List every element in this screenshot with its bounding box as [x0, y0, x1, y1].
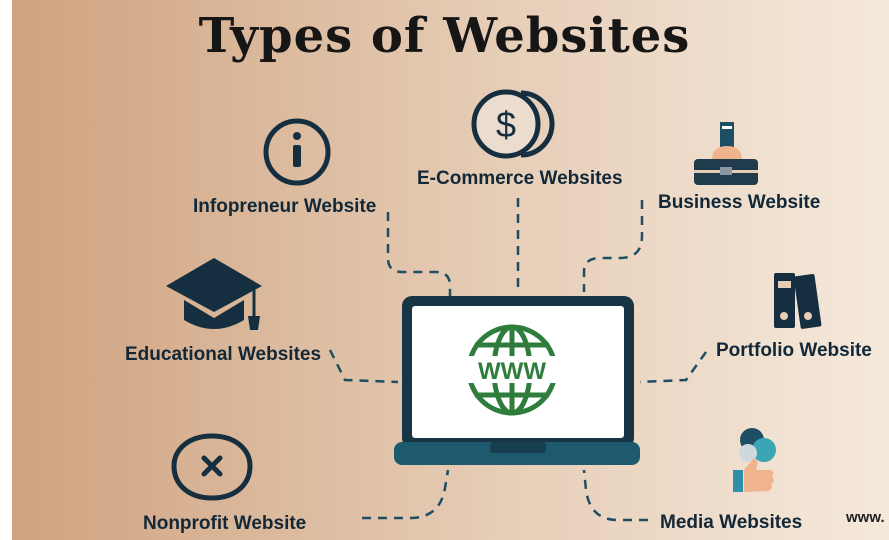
page-title: Types of Websites: [198, 8, 691, 64]
left-margin: [0, 0, 12, 540]
dollar-sign-glyph: $: [496, 104, 516, 145]
globe-text: WWW: [478, 358, 546, 385]
label-portfolio-website: Portfolio Website: [716, 340, 872, 361]
diagram-canvas: WWW $: [0, 0, 889, 540]
label-nonprofit-website: Nonprofit Website: [143, 513, 307, 534]
watermark-text: www.: [846, 509, 885, 526]
label-media-websites: Media Websites: [660, 512, 803, 533]
label-infopreneur-website: Infopreneur Website: [193, 196, 377, 217]
infographic: WWW $ Types of Websites E-Commerce Websi…: [0, 0, 889, 540]
label-business-website: Business Website: [658, 192, 821, 213]
label-ecommerce-websites: E-Commerce Websites: [417, 168, 623, 189]
label-educational-websites: Educational Websites: [125, 344, 322, 365]
